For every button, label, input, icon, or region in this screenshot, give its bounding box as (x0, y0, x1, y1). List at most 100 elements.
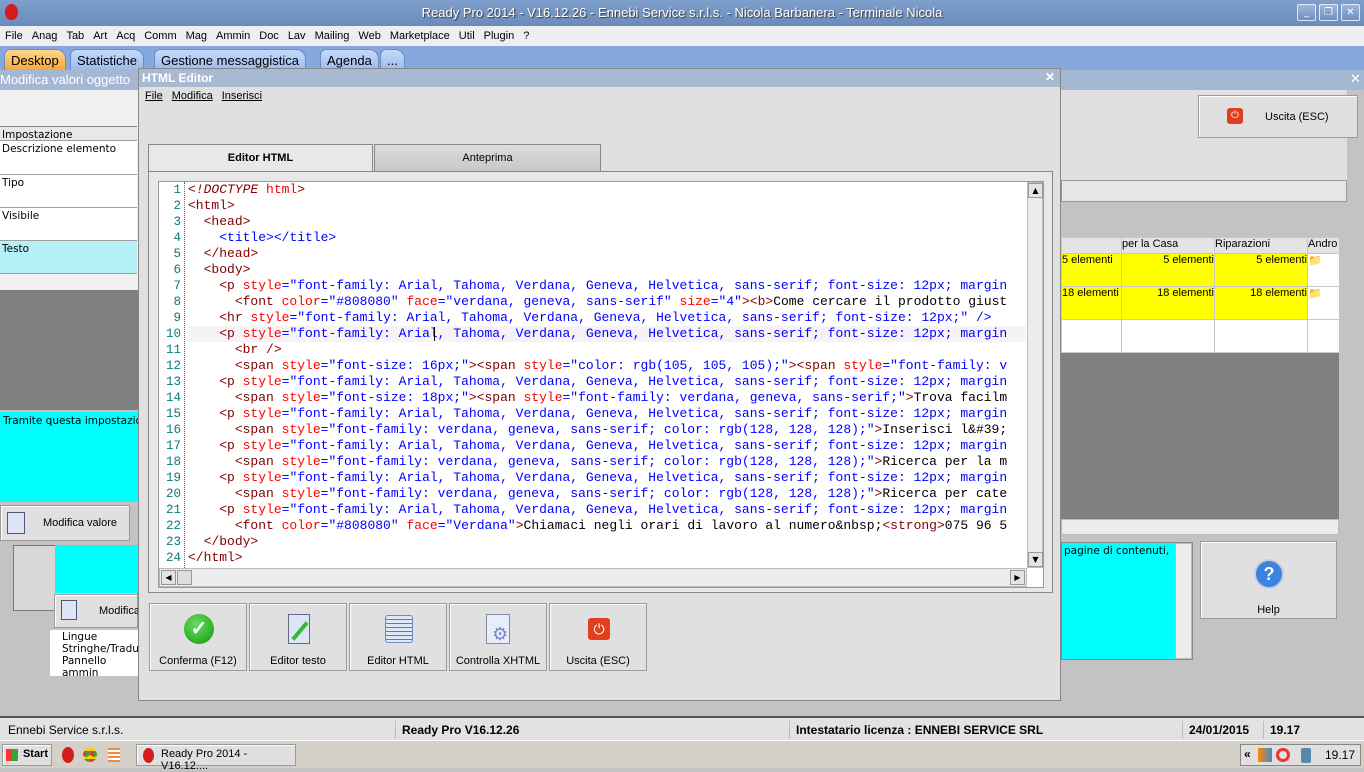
menu-file[interactable]: File (0, 26, 27, 42)
close-icon[interactable]: ✕ (1350, 71, 1361, 87)
tab-statistiche[interactable]: Statistiche (70, 49, 144, 70)
minimize-button[interactable]: _ (1297, 4, 1316, 21)
code-line[interactable]: <p style="font-family: Arial, Tahoma, Ve… (188, 326, 1026, 342)
maximize-button[interactable]: ❐ (1319, 4, 1338, 21)
code-line[interactable]: <html> (188, 198, 1026, 214)
code-line[interactable]: <head> (188, 214, 1026, 230)
chrome-icon[interactable] (83, 748, 97, 762)
menu-util[interactable]: Util (454, 26, 479, 42)
code-line[interactable]: <p style="font-family: Arial, Tahoma, Ve… (188, 502, 1026, 518)
grid-cell[interactable]: 5 elementi (1214, 253, 1308, 287)
close-button[interactable]: ✕ (1341, 4, 1360, 21)
code-line[interactable]: <br /> (188, 342, 1026, 358)
tray-sync-icon[interactable] (1276, 748, 1290, 762)
grid-cell[interactable]: 18 elementi (1214, 286, 1308, 320)
uscita-esc-button[interactable]: ⏻ Uscita (ESC) (549, 603, 647, 671)
code-line[interactable]: <p style="font-family: Arial, Tahoma, Ve… (188, 470, 1026, 486)
modify-button-2[interactable]: Modifica (54, 594, 140, 628)
tree-item[interactable]: Pannello ammin (62, 655, 138, 676)
prop-type[interactable]: Tipo (0, 175, 137, 208)
grid-header[interactable]: Riparazioni (1214, 237, 1308, 254)
code-line[interactable]: <p style="font-family: Arial, Tahoma, Ve… (188, 438, 1026, 454)
tab-editor-html[interactable]: Editor HTML (148, 144, 373, 172)
folder-icon[interactable]: 📁 (1307, 286, 1339, 320)
exit-button[interactable]: ⏻ Uscita (ESC) (1198, 95, 1358, 138)
horizontal-scrollbar[interactable]: ◀ ▶ (159, 568, 1027, 587)
code-line[interactable]: <span style="font-family: verdana, genev… (188, 486, 1026, 502)
readypro-quicklaunch-icon[interactable] (62, 747, 74, 763)
code-line[interactable]: </html> (188, 550, 1026, 566)
apps-icon[interactable] (108, 748, 120, 762)
tab-desktop[interactable]: Desktop (4, 49, 66, 70)
modify-value-button[interactable]: Modifica valore (0, 505, 130, 541)
tree-item[interactable]: Stringhe/Tradu (62, 643, 138, 655)
vertical-scrollbar[interactable]: ▲ ▼ (1027, 182, 1043, 568)
code-line[interactable]: <p style="font-family: Arial, Tahoma, Ve… (188, 278, 1026, 294)
code-line[interactable]: </body> (188, 534, 1026, 550)
code-line[interactable]: <!DOCTYPE html> (188, 182, 1026, 198)
code-line[interactable]: <span style="font-family: verdana, genev… (188, 422, 1026, 438)
editor-html-button[interactable]: Editor HTML (349, 603, 447, 671)
menu-mailing[interactable]: Mailing (310, 26, 354, 42)
prop-description[interactable]: Descrizione elemento (0, 141, 137, 175)
help-text-scrollbar[interactable] (1175, 543, 1192, 659)
start-button[interactable]: Start (2, 744, 52, 766)
code-editor[interactable]: 1 2 3 4 5 6 7 8 9 10 11 12 13 14 15 16 17 18 19 20 21 22 23 24 … (158, 181, 1044, 588)
code-line[interactable]: <span style="font-family: verdana, genev… (188, 454, 1026, 470)
code-line[interactable]: <body> (188, 262, 1026, 278)
code-line[interactable]: </head> (188, 246, 1026, 262)
prop-visible[interactable]: Visibile (0, 208, 137, 241)
grid-horizontal-scrollbar[interactable] (1061, 519, 1339, 535)
controlla-xhtml-button[interactable]: ⚙ Controlla XHTML (449, 603, 547, 671)
editor-testo-button[interactable]: Editor testo (249, 603, 347, 671)
tree-item[interactable]: Lingue (62, 631, 138, 643)
editor-menu-inserisci[interactable]: Inserisci (216, 87, 265, 102)
scroll-left-arrow[interactable]: ◀ (161, 570, 176, 585)
tray-expand-button[interactable]: « (1244, 747, 1251, 761)
scroll-up-arrow[interactable]: ▲ (1028, 183, 1043, 198)
grid-cell[interactable]: 18 elementi (1121, 286, 1215, 320)
code-line[interactable]: <hr style="font-family: Arial, Tahoma, V… (188, 310, 1026, 326)
tab-agenda[interactable]: Agenda (320, 49, 379, 70)
scroll-down-arrow[interactable]: ▼ (1028, 552, 1043, 567)
conferma-f12-button[interactable]: ✓ Conferma (F12) (149, 603, 247, 671)
tray-app-icon[interactable] (1258, 748, 1272, 762)
code-line[interactable]: <p style="font-family: Arial, Tahoma, Ve… (188, 406, 1026, 422)
menu-plugin[interactable]: Plugin (479, 26, 519, 42)
grid-cell[interactable]: 18 elementi (1061, 286, 1122, 320)
code-line[interactable]: <title></title> (188, 230, 1026, 246)
menu-marketplace[interactable]: Marketplace (385, 26, 454, 42)
scroll-right-arrow[interactable]: ▶ (1010, 570, 1025, 585)
menu-[interactable]: ? (518, 26, 533, 42)
menu-anag[interactable]: Anag (27, 26, 62, 42)
menu-lav[interactable]: Lav (283, 26, 310, 42)
menu-doc[interactable]: Doc (254, 26, 283, 42)
code-line[interactable]: <span style="font-size: 18px;"><span sty… (188, 390, 1026, 406)
close-icon[interactable]: ✕ (1045, 70, 1055, 84)
grid-header[interactable]: per la Casa (1121, 237, 1215, 254)
code-line[interactable]: <p style="font-family: Arial, Tahoma, Ve… (188, 374, 1026, 390)
menu-ammin[interactable]: Ammin (211, 26, 254, 42)
tab-anteprima[interactable]: Anteprima (374, 144, 601, 171)
code-line[interactable]: <span style="font-size: 16px;"><span sty… (188, 358, 1026, 374)
menu-mag[interactable]: Mag (181, 26, 211, 42)
editor-menu-file[interactable]: File (139, 87, 166, 102)
editor-menu-modifica[interactable]: Modifica (166, 87, 216, 102)
menu-comm[interactable]: Comm (139, 26, 180, 42)
menu-tab[interactable]: Tab (61, 26, 88, 42)
tab-gestione-messaggistica[interactable]: Gestione messaggistica (154, 49, 307, 70)
tab--[interactable]: ... (380, 49, 405, 70)
folder-icon[interactable]: 📁 (1307, 253, 1339, 287)
help-button[interactable]: ? Help (1200, 541, 1337, 619)
grid-header[interactable]: Andro (1307, 237, 1339, 254)
code-line[interactable]: <font color="#808080" face="verdana, gen… (188, 294, 1026, 310)
tray-device-icon[interactable] (1301, 748, 1311, 763)
code-line[interactable]: <font color="#808080" face="Verdana">Chi… (188, 518, 1026, 534)
scroll-thumb[interactable] (177, 570, 192, 585)
grid-cell[interactable]: 5 elementi (1061, 253, 1122, 287)
menu-art[interactable]: Art (88, 26, 111, 42)
menu-acq[interactable]: Acq (111, 26, 139, 42)
tray-clock[interactable]: 19.17 (1325, 748, 1355, 762)
prop-text[interactable]: Testo (0, 241, 137, 274)
taskbar-readypro[interactable]: Ready Pro 2014 - V16.12.... (136, 744, 296, 772)
